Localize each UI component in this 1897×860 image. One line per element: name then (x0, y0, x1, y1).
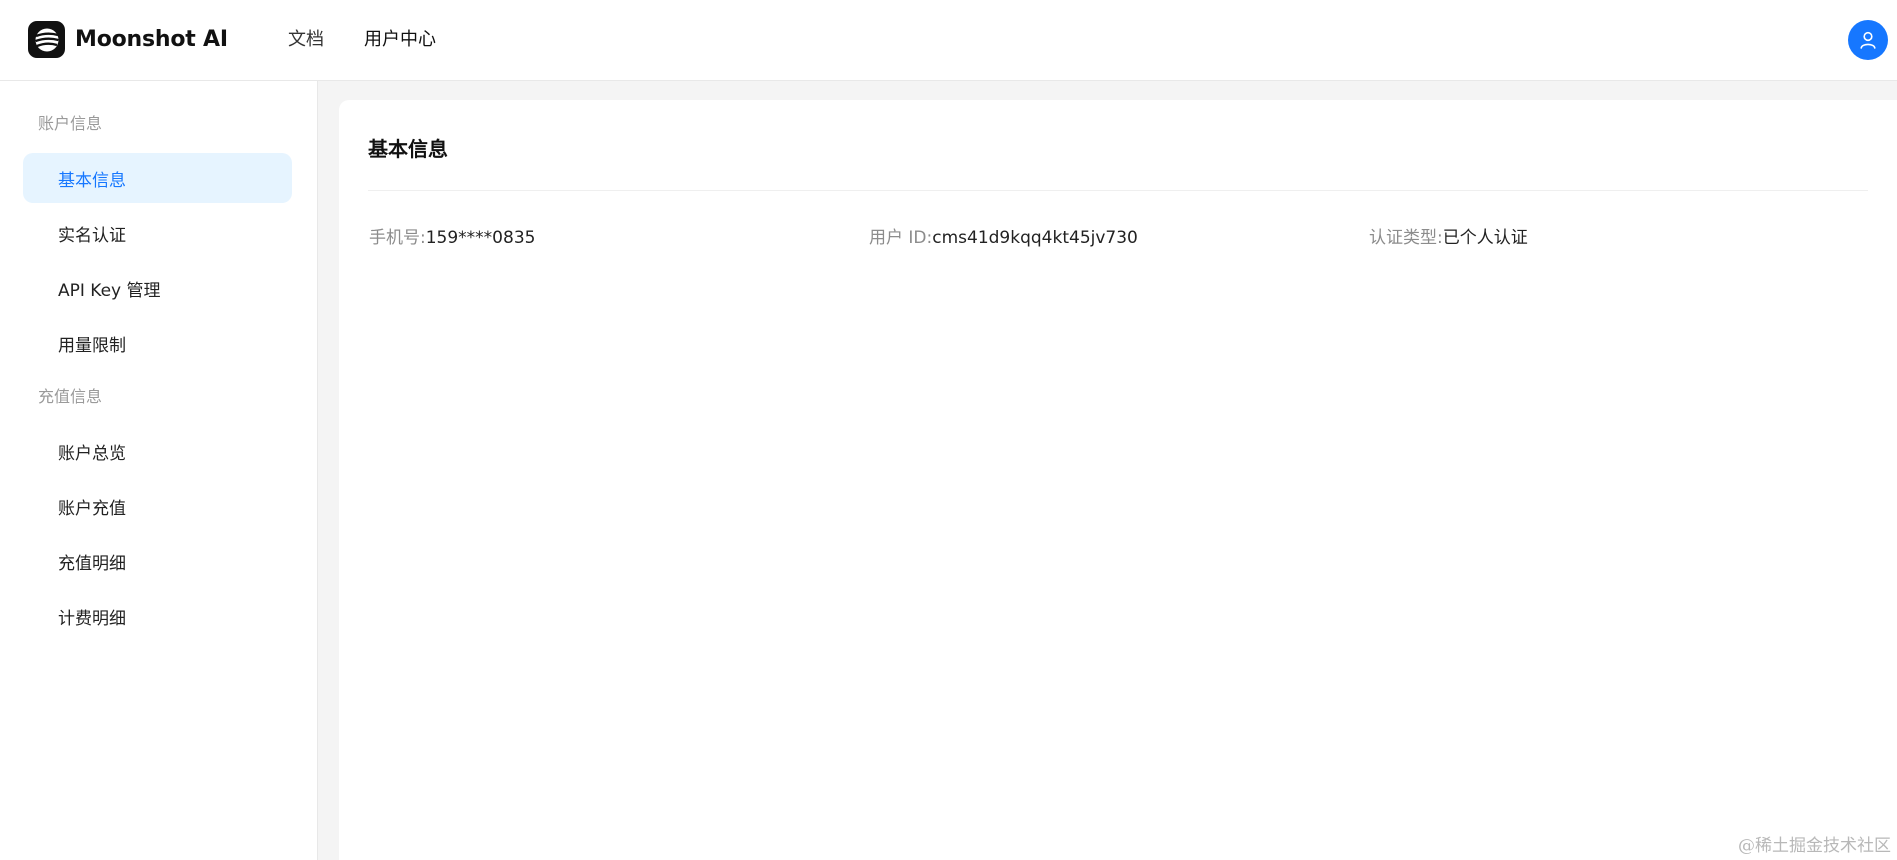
brand-logo[interactable]: Moonshot AI (28, 21, 228, 58)
page-title: 基本信息 (368, 137, 448, 161)
sidebar-item-account-overview[interactable]: 账户总览 (23, 426, 292, 476)
sidebar-item-billing-details[interactable]: 计费明细 (23, 591, 292, 641)
phone-field: 手机号:159****0835 (369, 226, 535, 250)
user-id-field: 用户 ID:cms41d9kqq4kt45jv730 (869, 226, 1138, 250)
top-bar: Moonshot AI 文档 用户中心 (0, 0, 1897, 81)
sidebar-item-recharge-details[interactable]: 充值明细 (23, 536, 292, 586)
user-id-label: 用户 ID: (869, 228, 933, 248)
brand-name: Moonshot AI (75, 27, 228, 52)
basic-info-card: 基本信息 手机号:159****0835 用户 ID:cms41d9kqq4kt… (339, 100, 1897, 860)
nav-user-center[interactable]: 用户中心 (364, 27, 436, 53)
verification-type-field: 认证类型:已个人认证 (1369, 226, 1528, 250)
phone-label: 手机号: (369, 228, 426, 248)
nav-docs[interactable]: 文档 (288, 27, 324, 53)
user-id-value: cms41d9kqq4kt45jv730 (932, 228, 1138, 248)
sidebar-item-real-name[interactable]: 实名认证 (23, 208, 292, 258)
sidebar-item-usage-limit[interactable]: 用量限制 (23, 318, 292, 368)
user-icon (1860, 31, 1876, 49)
sidebar-group-account: 账户信息 (38, 114, 103, 133)
divider (368, 190, 1868, 191)
sidebar: 账户信息 基本信息 实名认证 API Key 管理 用量限制 充值信息 账户总览… (0, 81, 318, 860)
watermark: @稀土掘金技术社区 (1738, 836, 1891, 856)
sidebar-group-recharge: 充值信息 (38, 387, 103, 406)
top-nav: 文档 用户中心 (288, 27, 436, 53)
sidebar-item-basic-info[interactable]: 基本信息 (23, 153, 292, 203)
avatar[interactable] (1848, 20, 1888, 60)
phone-value: 159****0835 (425, 228, 536, 248)
verification-type-label: 认证类型: (1369, 228, 1443, 248)
sidebar-item-account-recharge[interactable]: 账户充值 (23, 481, 292, 531)
verification-type-value: 已个人认证 (1442, 228, 1528, 248)
moonshot-logo-icon (28, 21, 65, 58)
sidebar-item-api-key[interactable]: API Key 管理 (23, 263, 292, 313)
